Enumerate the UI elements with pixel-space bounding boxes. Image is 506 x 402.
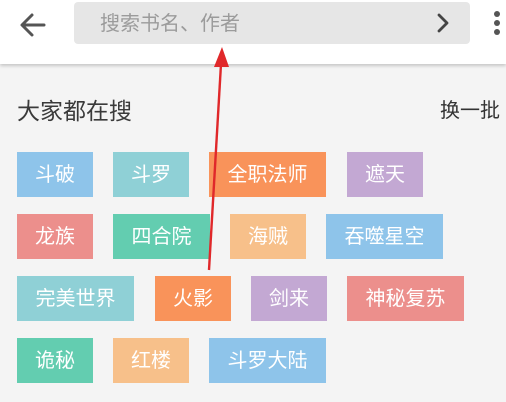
tag-button[interactable]: 斗罗 <box>113 152 189 197</box>
back-arrow-icon <box>20 13 46 37</box>
tag-button[interactable]: 斗破 <box>17 152 93 197</box>
back-button[interactable] <box>14 6 52 44</box>
search-go-button[interactable] <box>428 8 458 38</box>
refresh-button[interactable]: 换一批 <box>440 94 500 123</box>
tag-button[interactable]: 完美世界 <box>17 276 134 321</box>
tag-button[interactable]: 海贼 <box>230 214 306 259</box>
hot-search-title: 大家都在搜 <box>17 99 132 125</box>
tag-button[interactable]: 斗罗大陆 <box>209 338 326 383</box>
more-menu-button[interactable] <box>487 6 506 40</box>
more-vertical-icon <box>494 11 500 35</box>
tag-button[interactable]: 诡秘 <box>17 338 93 383</box>
tag-button[interactable]: 神秘复苏 <box>347 276 464 321</box>
tag-button[interactable]: 红楼 <box>113 338 189 383</box>
tag-button[interactable]: 龙族 <box>17 214 93 259</box>
tag-button[interactable]: 火影 <box>155 276 231 321</box>
tag-button[interactable]: 遮天 <box>347 152 423 197</box>
search-box[interactable] <box>74 2 470 44</box>
top-bar <box>0 0 506 64</box>
tag-button[interactable]: 全职法师 <box>209 152 326 197</box>
chevron-right-icon <box>437 13 449 33</box>
tag-button[interactable]: 吞噬星空 <box>326 214 443 259</box>
tag-button[interactable]: 剑来 <box>251 276 327 321</box>
tag-button[interactable]: 四合院 <box>113 214 210 259</box>
search-input[interactable] <box>100 2 420 44</box>
